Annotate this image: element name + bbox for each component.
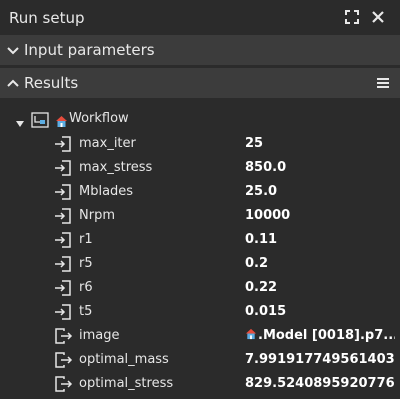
title-bar: Run setup: [0, 0, 400, 35]
row-key: r5: [79, 256, 93, 271]
tree-row-optimal-stress[interactable]: optimal_stress 829.5240895920776: [0, 372, 400, 396]
tree-row-max-stress[interactable]: max_stress 850.0: [0, 156, 400, 180]
row-value: 25: [245, 136, 264, 151]
input-port-icon: [53, 159, 73, 177]
home-icon: [245, 328, 257, 340]
row-key: max_stress: [79, 160, 153, 175]
maximize-icon[interactable]: [344, 9, 360, 25]
input-port-icon: [53, 135, 73, 153]
tree-row-mblades[interactable]: Mblades 25.0: [0, 180, 400, 204]
row-value: 850.0: [245, 160, 287, 175]
input-port-icon: [53, 255, 73, 273]
close-icon[interactable]: [370, 9, 386, 25]
input-port-icon: [53, 207, 73, 225]
chevron-up-icon: [5, 75, 21, 91]
row-key: r1: [79, 232, 93, 247]
row-key: image: [79, 328, 120, 343]
row-key: optimal_mass: [79, 352, 169, 367]
row-value: .Model [0018].p7...: [245, 328, 395, 343]
output-port-icon: [53, 375, 73, 393]
tree-row-r1[interactable]: r1 0.11: [0, 228, 400, 252]
window-title: Run setup: [9, 8, 85, 27]
output-port-icon: [53, 351, 73, 369]
section-results-label: Results: [24, 74, 79, 92]
tree-row-image[interactable]: image .Model [0018].p7...: [0, 324, 400, 348]
tree-row-t5[interactable]: t5 0.015: [0, 300, 400, 324]
tree-expand-icon[interactable]: [14, 115, 26, 127]
row-value: 0.22: [245, 280, 278, 295]
row-value: 829.5240895920776: [245, 376, 395, 391]
section-results[interactable]: Results: [0, 68, 400, 98]
tree-row-max-iter[interactable]: max_iter 25: [0, 132, 400, 156]
row-key: Nrpm: [79, 208, 115, 223]
tree-row-nrpm[interactable]: Nrpm 10000: [0, 204, 400, 228]
input-port-icon: [53, 183, 73, 201]
row-value: 7.991917749561403: [245, 352, 395, 367]
row-key: Mblades: [79, 184, 134, 199]
row-value: 0.015: [245, 304, 287, 319]
tree-row-optimal-mass[interactable]: optimal_mass 7.991917749561403: [0, 348, 400, 372]
row-key: t5: [79, 304, 93, 319]
section-input-parameters[interactable]: Input parameters: [0, 35, 400, 65]
home-icon: [55, 113, 68, 127]
row-value: 0.11: [245, 232, 278, 247]
hamburger-menu-icon[interactable]: [376, 75, 390, 89]
workflow-label: Workflow: [69, 111, 129, 126]
tree-row-r6[interactable]: r6 0.22: [0, 276, 400, 300]
row-value: 10000: [245, 208, 291, 223]
window-controls: [344, 9, 386, 25]
section-input-label: Input parameters: [24, 41, 155, 59]
row-value: 25.0: [245, 184, 278, 199]
chevron-down-icon: [5, 42, 21, 58]
row-value-text: .Model [0018].p7...: [258, 328, 395, 343]
tree-row-r5[interactable]: r5 0.2: [0, 252, 400, 276]
row-key: max_iter: [79, 136, 136, 151]
output-port-icon: [53, 327, 73, 345]
workflow-icon: [31, 112, 49, 128]
row-key: r6: [79, 280, 93, 295]
input-port-icon: [53, 231, 73, 249]
input-port-icon: [53, 303, 73, 321]
row-value: 0.2: [245, 256, 269, 271]
tree-root-workflow[interactable]: Workflow: [0, 108, 400, 132]
input-port-icon: [53, 279, 73, 297]
row-key: optimal_stress: [79, 376, 174, 391]
